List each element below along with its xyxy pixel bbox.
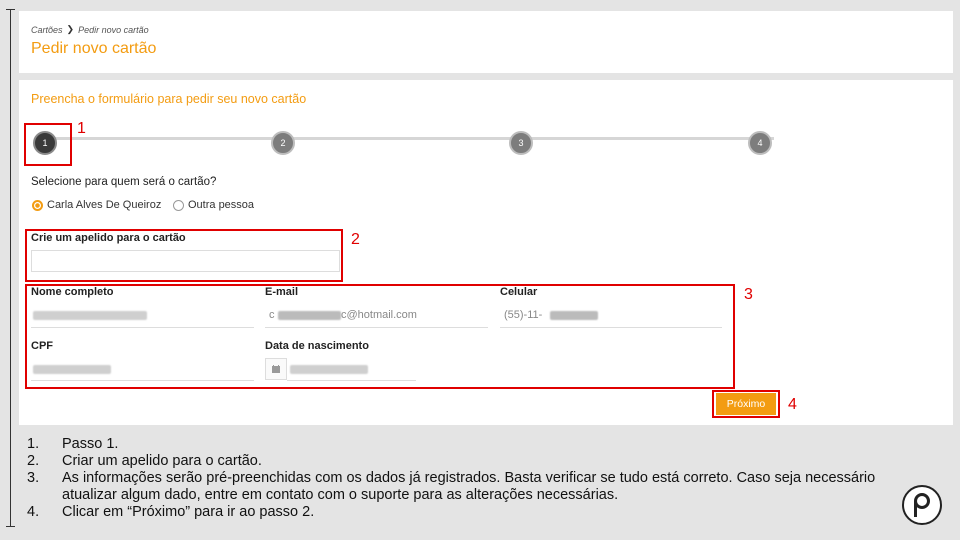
breadcrumb: Cartões ❯ Pedir novo cartão: [31, 24, 149, 35]
form-subtitle: Preencha o formulário para pedir seu nov…: [31, 92, 307, 106]
annotation-box-2: [25, 229, 343, 282]
note-item: 1. Passo 1.: [27, 436, 897, 453]
note-text: As informações serão pré-preenchidas com…: [62, 470, 876, 503]
radio-option-self[interactable]: Carla Alves De Queiroz: [32, 199, 161, 211]
note-item: 4. Clicar em “Próximo” para ir ao passo …: [27, 504, 897, 521]
vertical-guide-line: [10, 9, 11, 527]
radio-option-other[interactable]: Outra pessoa: [173, 199, 254, 211]
annotation-number-1: 1: [77, 120, 86, 137]
note-number: 3.: [27, 470, 40, 486]
stepper-track: [47, 137, 774, 140]
radio-option-other-label: Outra pessoa: [188, 199, 255, 211]
step-2[interactable]: 2: [271, 131, 295, 155]
note-text: Clicar em “Próximo” para ir ao passo 2.: [62, 504, 315, 520]
step-4[interactable]: 4: [748, 131, 772, 155]
note-item: 3. As informações serão pré-preenchidas …: [27, 470, 897, 504]
guide-cap-top: [6, 9, 15, 10]
annotation-number-4: 4: [788, 396, 797, 413]
note-number: 1.: [27, 436, 40, 452]
note-number: 4.: [27, 504, 40, 520]
annotation-box-1: [24, 123, 72, 166]
radio-option-self-label: Carla Alves De Queiroz: [47, 199, 162, 211]
note-number: 2.: [27, 453, 40, 469]
annotation-box-4: [712, 390, 780, 418]
step-3[interactable]: 3: [509, 131, 533, 155]
annotation-box-3: [25, 284, 735, 389]
breadcrumb-item-cartoes[interactable]: Cartões: [31, 25, 63, 35]
brand-logo-icon: [902, 485, 942, 525]
note-text: Passo 1.: [62, 436, 119, 452]
breadcrumb-item-current: Pedir novo cartão: [78, 24, 149, 35]
instruction-notes: 1. Passo 1. 2. Criar um apelido para o c…: [27, 436, 897, 521]
radio-unselected-icon[interactable]: [173, 199, 184, 211]
annotation-number-3: 3: [744, 286, 753, 303]
guide-cap-bottom: [6, 526, 15, 527]
note-item: 2. Criar um apelido para o cartão.: [27, 453, 897, 470]
chevron-right-icon: ❯: [66, 24, 75, 34]
note-text: Criar um apelido para o cartão.: [62, 453, 262, 469]
page-title: Pedir novo cartão: [31, 40, 157, 57]
annotation-number-2: 2: [351, 231, 360, 248]
recipient-question: Selecione para quem será o cartão?: [31, 176, 217, 188]
radio-selected-icon[interactable]: [32, 199, 43, 211]
header-panel: Cartões ❯ Pedir novo cartão Pedir novo c…: [19, 11, 953, 73]
